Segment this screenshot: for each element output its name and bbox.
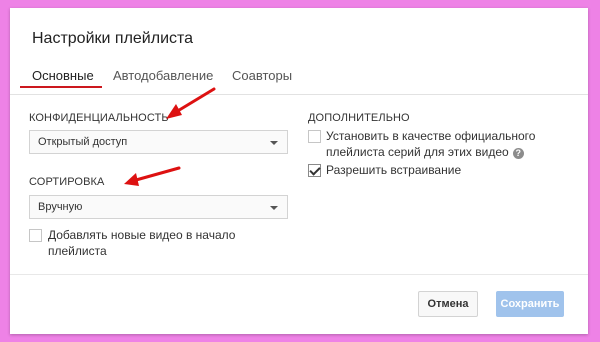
red-arrow-icon bbox=[124, 87, 216, 186]
red-arrow-icon bbox=[166, 87, 216, 119]
red-arrow-icon bbox=[124, 166, 181, 186]
